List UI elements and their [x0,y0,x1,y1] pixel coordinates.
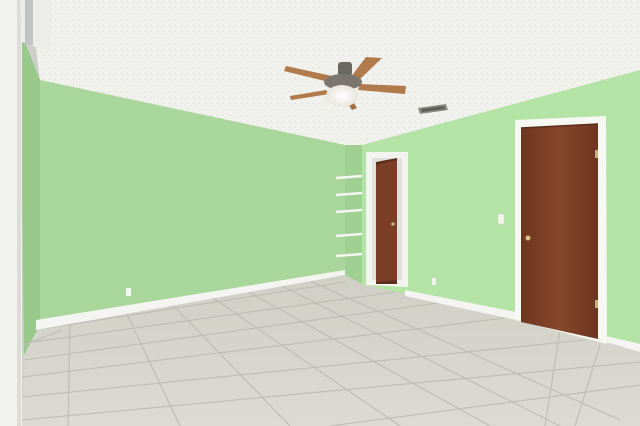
door-panel [521,124,598,339]
door-knob [525,235,531,241]
wall-outlet-right [432,278,436,285]
closed-wood-door [515,116,607,344]
room-photo [0,0,640,426]
light-switch [497,213,505,225]
open-doorway [366,152,408,287]
left-wall [20,30,40,355]
open-door-panel [376,160,397,282]
alcove-wall [345,145,362,284]
fan-light [326,85,358,107]
wall-outlet-left [126,288,131,296]
